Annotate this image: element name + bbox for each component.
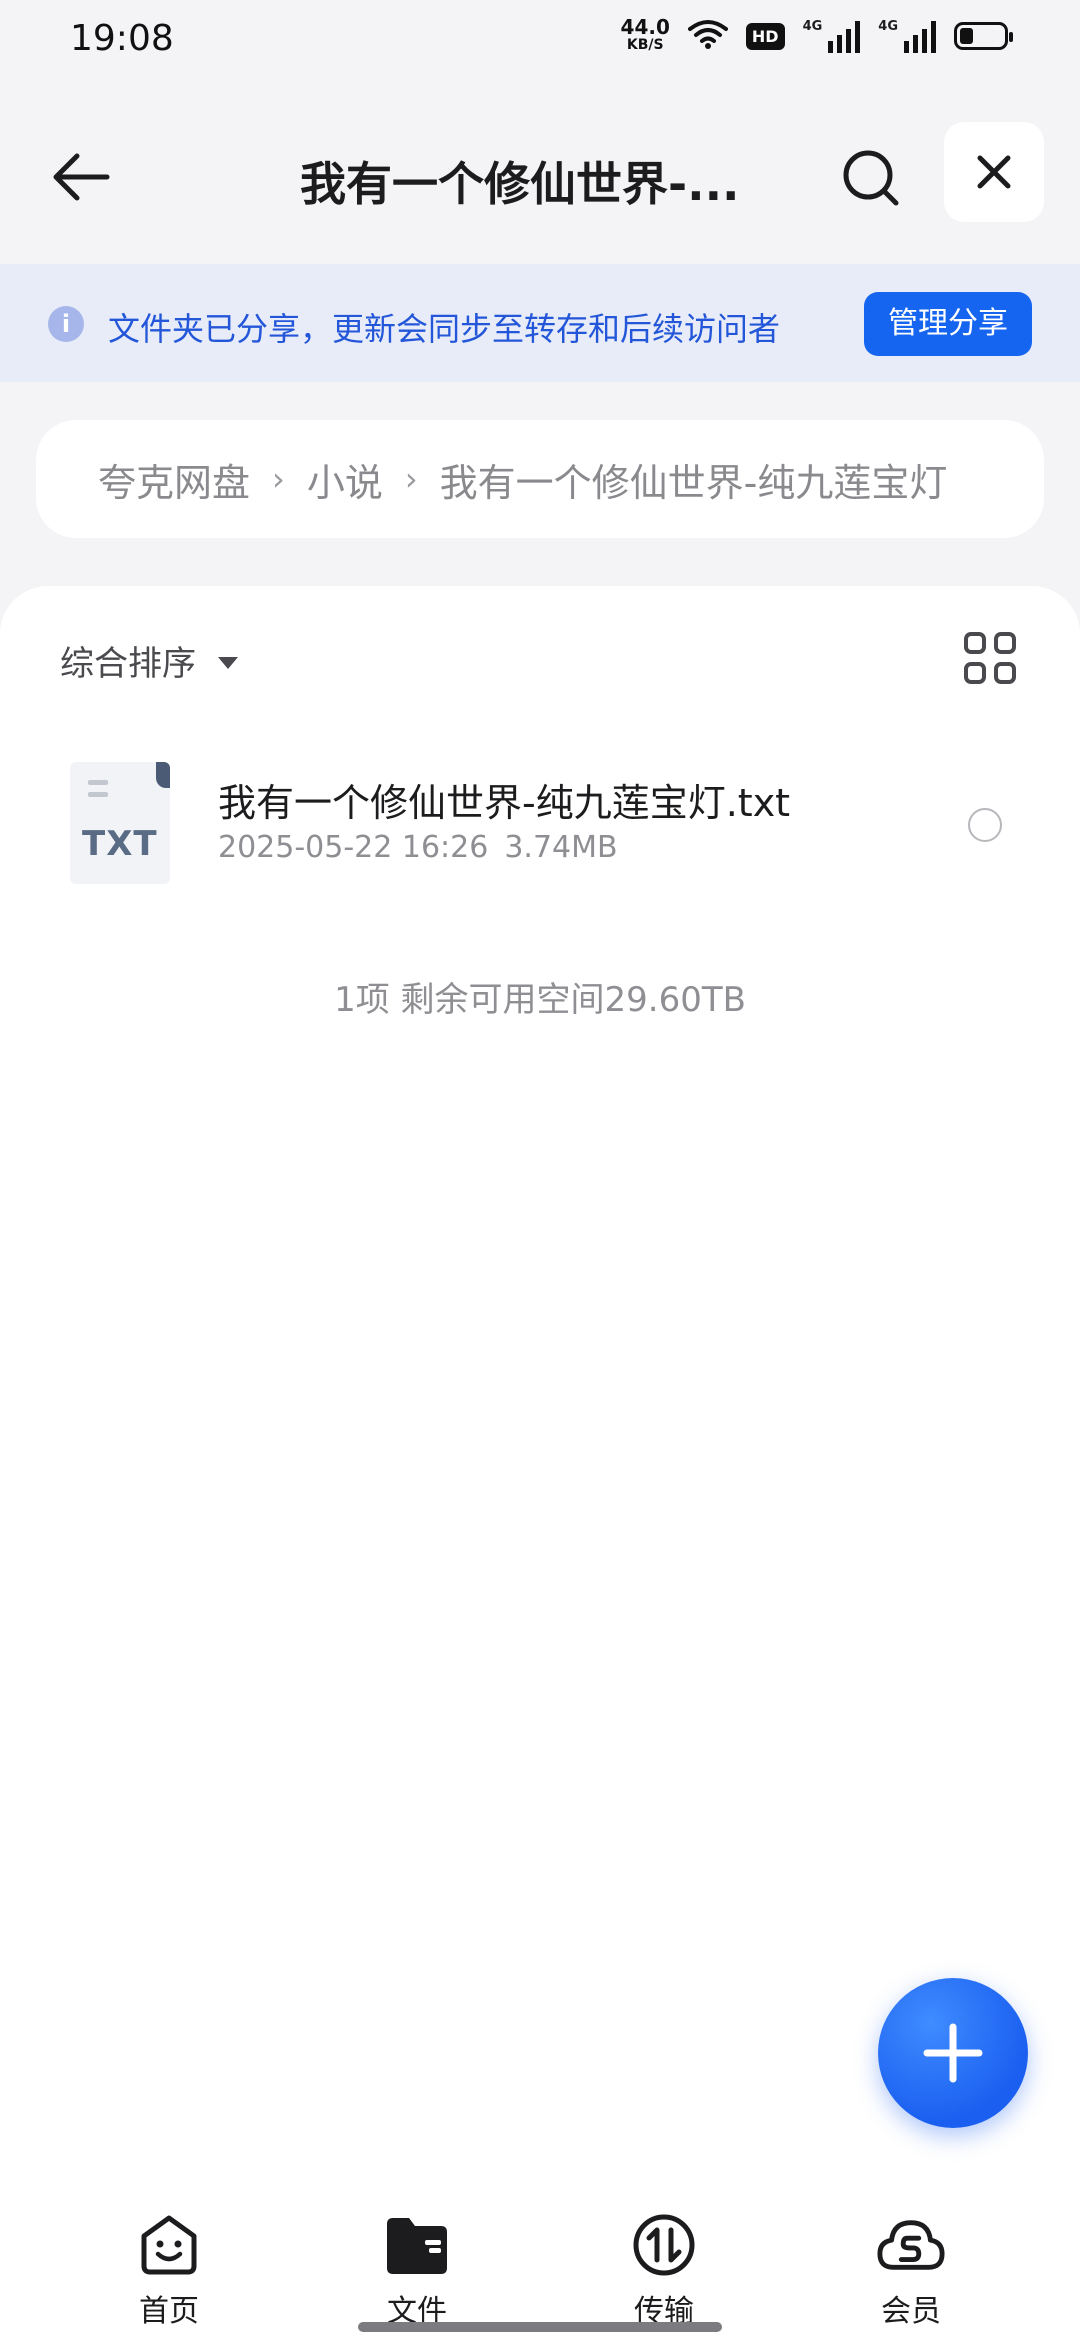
share-status-banner: i 文件夹已分享，更新会同步至转存和后续访问者 管理分享	[0, 264, 1080, 382]
tab-label-member: 会员	[881, 2294, 941, 2329]
bottom-tab-bar: 首页 文件 传输 会员	[0, 2196, 1080, 2340]
signal-type-label: 4G	[802, 19, 823, 34]
network-speed: 44.0 KB/S	[621, 17, 670, 54]
hd-voice-icon: HD	[745, 22, 785, 50]
close-button[interactable]	[944, 122, 1044, 222]
file-name: 我有一个修仙世界-纯九莲宝灯.txt	[218, 781, 791, 825]
signal-type-label-2: 4G	[878, 19, 898, 34]
plus-icon	[923, 2023, 983, 2083]
cellular-signal-icon: 4G	[803, 19, 861, 53]
page-title: 我有一个修仙世界-...	[300, 157, 740, 211]
sort-label: 综合排序	[60, 644, 196, 684]
folder-icon	[387, 2218, 447, 2274]
battery-icon	[954, 22, 1013, 50]
member-cloud-icon	[877, 2220, 945, 2270]
search-icon	[843, 150, 899, 206]
txt-file-icon: TXT	[70, 762, 170, 884]
status-time: 19:08	[70, 18, 174, 59]
home-face-icon	[141, 2215, 197, 2275]
status-icons: 44.0 KB/S HD 4G 4G	[621, 17, 1013, 54]
home-indicator[interactable]	[358, 2322, 722, 2332]
sort-dropdown[interactable]: 综合排序	[60, 636, 238, 685]
cellular-signal-icon-2: 4G	[878, 19, 936, 53]
transfer-icon	[633, 2214, 695, 2276]
caret-down-icon	[218, 656, 238, 669]
file-date: 2025-05-22 16:26	[218, 830, 489, 865]
add-button[interactable]	[878, 1978, 1028, 2128]
share-status-text: 文件夹已分享，更新会同步至转存和后续访问者	[108, 310, 781, 348]
storage-summary: 1项 剩余可用空间29.60TB	[334, 980, 746, 1020]
file-meta: 2025-05-22 16:26 3.74MB	[218, 830, 618, 865]
wifi-icon	[687, 19, 728, 53]
arrow-left-icon	[53, 153, 110, 201]
chevron-right-icon: ›	[272, 460, 285, 498]
file-type-label: TXT	[82, 824, 158, 864]
top-app-bar: 我有一个修仙世界-...	[0, 120, 1080, 230]
status-bar: 19:08 44.0 KB/S HD 4G 4G	[0, 0, 1080, 82]
file-size: 3.74MB	[504, 830, 618, 865]
breadcrumb-item-current: 我有一个修仙世界-纯九莲宝灯	[439, 460, 948, 505]
search-button[interactable]	[835, 142, 907, 214]
manage-share-button[interactable]: 管理分享	[864, 292, 1032, 356]
file-list-item[interactable]: TXT 我有一个修仙世界-纯九莲宝灯.txt 2025-05-22 16:26 3…	[0, 756, 1080, 886]
info-icon: i	[48, 306, 84, 342]
breadcrumb-item-root[interactable]: 夸克网盘	[98, 452, 250, 507]
chevron-right-icon-2: ›	[404, 460, 418, 498]
breadcrumb-item-folder[interactable]: 小说	[307, 452, 383, 507]
tab-transfer[interactable]: 传输	[594, 2210, 734, 2329]
breadcrumb: 夸克网盘 › 小说 › 我有一个修仙世界-纯九莲宝灯	[36, 420, 1044, 538]
tab-member[interactable]: 会员	[841, 2210, 981, 2329]
tab-files[interactable]: 文件	[347, 2210, 487, 2329]
close-icon	[977, 155, 1011, 189]
grid-view-icon[interactable]	[964, 632, 1016, 684]
network-speed-unit: KB/S	[626, 37, 664, 53]
tab-label-home: 首页	[139, 2294, 199, 2329]
tab-home[interactable]: 首页	[99, 2210, 239, 2329]
select-checkbox[interactable]	[968, 808, 1002, 842]
back-button[interactable]	[46, 142, 116, 212]
